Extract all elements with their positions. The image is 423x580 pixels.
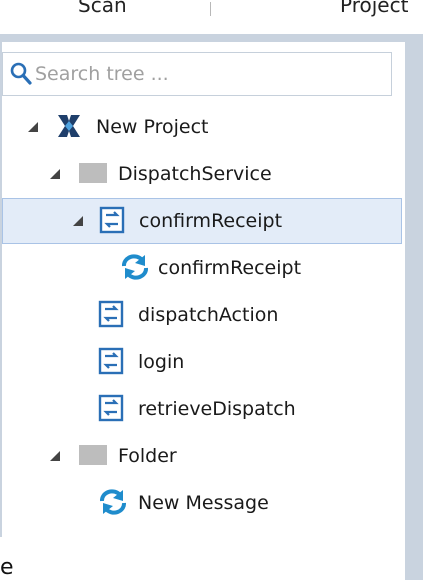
refresh-message-icon <box>100 489 126 515</box>
search-input[interactable] <box>35 60 375 88</box>
tree-node-login[interactable]: login <box>2 339 402 385</box>
project-tree: New Project DispatchService confirmRecei… <box>0 100 405 540</box>
operation-icon <box>99 206 125 234</box>
collapse-triangle-icon[interactable] <box>28 122 38 132</box>
tree-node-label: confirmReceipt <box>158 257 302 279</box>
panel-splitter[interactable] <box>405 34 423 580</box>
tab-scan[interactable]: Scan <box>78 0 127 16</box>
collapse-triangle-icon[interactable] <box>50 169 60 179</box>
project-x-icon <box>58 115 80 137</box>
operation-icon <box>98 394 124 422</box>
panel-frame-top <box>0 34 423 42</box>
tree-node-label: New Message <box>138 492 269 514</box>
partial-text: e <box>0 555 14 580</box>
collapse-triangle-icon[interactable] <box>50 451 60 461</box>
tree-node-confirm-receipt-message[interactable]: confirmReceipt <box>2 245 402 291</box>
tree-node-label: confirmReceipt <box>139 210 283 232</box>
collapse-triangle-icon[interactable] <box>73 216 83 226</box>
folder-icon <box>79 163 107 183</box>
tree-node-dispatch-action[interactable]: dispatchAction <box>2 292 402 338</box>
operation-icon <box>98 347 124 375</box>
tree-node-label: New Project <box>96 116 209 138</box>
tree-node-confirm-receipt[interactable]: confirmReceipt <box>2 198 402 244</box>
top-tab-bar: Scan Project <box>0 0 423 34</box>
operation-icon <box>98 300 124 328</box>
tree-node-folder[interactable]: Folder <box>2 433 402 479</box>
folder-icon <box>79 445 107 465</box>
tree-node-label: retrieveDispatch <box>138 398 296 420</box>
tree-node-dispatch-service[interactable]: DispatchService <box>2 151 402 197</box>
tree-node-new-project[interactable]: New Project <box>2 104 402 150</box>
tree-node-label: login <box>138 351 185 373</box>
tree-node-new-message[interactable]: New Message <box>2 480 402 526</box>
search-box[interactable] <box>2 52 392 96</box>
tab-divider <box>210 2 211 16</box>
tab-project[interactable]: Project <box>340 0 408 16</box>
search-icon <box>10 62 32 85</box>
refresh-message-icon <box>122 254 148 280</box>
tree-node-label: dispatchAction <box>138 304 279 326</box>
tree-node-retrieve-dispatch[interactable]: retrieveDispatch <box>2 386 402 432</box>
tree-node-label: Folder <box>118 445 177 467</box>
tree-node-label: DispatchService <box>118 163 272 185</box>
